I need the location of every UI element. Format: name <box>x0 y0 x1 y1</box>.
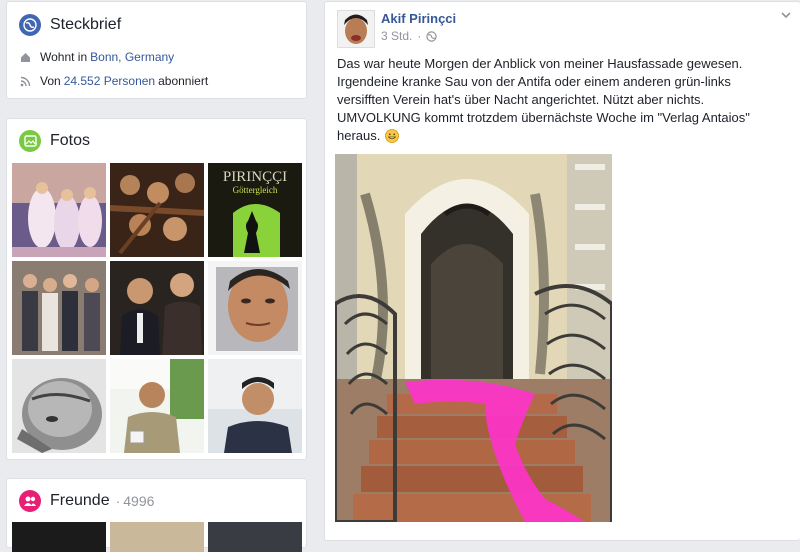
photo-thumbnail[interactable] <box>110 163 204 257</box>
post-photo[interactable] <box>335 154 612 522</box>
rss-icon <box>19 75 31 87</box>
home-icon <box>19 51 31 63</box>
grin-emoji-icon <box>385 129 400 143</box>
friends-card: Freunde · 4996 <box>6 478 307 552</box>
post-text-line: Das war heute Morgen der Anblick von mei… <box>337 56 743 71</box>
public-globe-icon[interactable] <box>426 30 438 42</box>
friend-thumbnail[interactable] <box>208 522 302 552</box>
book-title: PIRINÇÇI <box>223 169 287 185</box>
lives-city-link[interactable]: Bonn, Germany <box>90 50 174 64</box>
post-options-chevron-icon[interactable] <box>779 8 793 22</box>
friends-icon <box>19 490 41 512</box>
photo-thumbnail[interactable]: PIRINÇÇI Göttergleich <box>208 163 302 257</box>
lives-prefix: Wohnt in <box>40 50 88 64</box>
book-subtitle: Göttergleich <box>233 185 278 195</box>
photo-thumbnail[interactable] <box>208 261 302 355</box>
post-text-line: versifften Verein hat's über Nacht anger… <box>337 92 705 107</box>
photos-title: Fotos <box>50 132 91 149</box>
friends-count: 4996 <box>123 493 155 509</box>
followers-suffix: abonniert <box>158 74 209 88</box>
photos-icon <box>19 130 41 152</box>
globe-icon <box>19 14 41 36</box>
meta-separator: · <box>417 29 422 43</box>
photo-thumbnail[interactable] <box>208 359 302 453</box>
author-avatar[interactable] <box>337 10 375 48</box>
followers-prefix: Von <box>40 74 61 88</box>
post-text-line: Irgendeine kranke Sau von der Antifa ode… <box>337 74 731 89</box>
friends-count-separator: · <box>115 493 121 509</box>
friend-thumbnail[interactable] <box>110 522 204 552</box>
post-text-line: UMVOLKUNG kommt trotzdem übernächste Woc… <box>337 110 750 125</box>
friends-title: Freunde <box>50 492 110 509</box>
author-name[interactable]: Akif Pirinçci <box>381 11 456 26</box>
photo-thumbnail[interactable] <box>12 163 106 257</box>
followers-count-link[interactable]: 24.552 Personen <box>64 74 155 88</box>
photos-card: Fotos PIRINÇÇI Göttergleich <box>6 118 307 460</box>
post-time[interactable]: 3 Std. <box>381 29 412 43</box>
photo-thumbnail[interactable] <box>12 359 106 453</box>
post-text: Das war heute Morgen der Anblick von mei… <box>337 55 787 145</box>
intro-title: Steckbrief <box>50 16 122 33</box>
photo-thumbnail[interactable] <box>110 261 204 355</box>
post-text-line: heraus. <box>337 128 381 143</box>
post-card: Akif Pirinçci 3 Std. · Das war heute Mor… <box>324 1 800 541</box>
intro-card: Steckbrief Wohnt in Bonn, Germany Von 24… <box>6 1 307 99</box>
photo-thumbnail[interactable] <box>110 359 204 453</box>
photo-thumbnail[interactable] <box>12 261 106 355</box>
friend-thumbnail[interactable] <box>12 522 106 552</box>
